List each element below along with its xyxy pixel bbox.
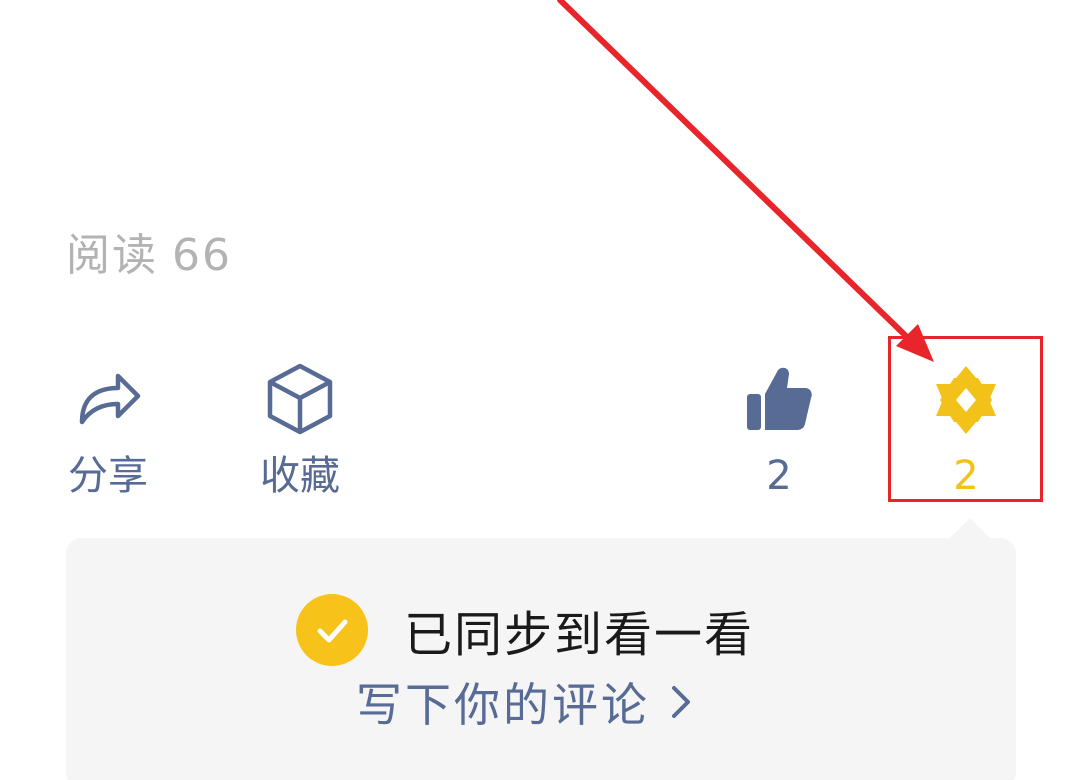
check-mark-icon	[317, 619, 348, 643]
collect-label: 收藏	[260, 453, 340, 499]
share-label: 分享	[68, 453, 148, 499]
read-count-value: 66	[172, 230, 232, 281]
write-comment-link[interactable]: 写下你的评论	[356, 670, 696, 734]
like-count: 2	[766, 453, 792, 499]
share-arrow-icon	[79, 373, 141, 425]
wow-star-icon	[936, 366, 996, 434]
sync-popup: 已同步到看一看 写下你的评论	[66, 538, 1016, 780]
share-button[interactable]: 分享	[28, 360, 188, 500]
cube-icon	[267, 363, 333, 435]
chevron-right-icon	[672, 686, 690, 718]
wow-button[interactable]: 2	[886, 360, 1046, 500]
wow-count: 2	[953, 453, 979, 499]
popup-pointer	[948, 518, 992, 540]
sync-status: 已同步到看一看	[296, 590, 754, 670]
like-button[interactable]: 2	[699, 360, 859, 500]
read-count: 阅读 66	[66, 226, 232, 286]
thumbs-up-icon	[747, 367, 812, 430]
check-circle-icon	[296, 594, 368, 666]
collect-button[interactable]: 收藏	[220, 360, 380, 500]
comment-link-label: 写下你的评论	[356, 678, 650, 732]
article-footer: 阅读 66 分享 收藏 2 2 已同步到看一看 写下你的评论	[0, 0, 1080, 780]
sync-text: 已同步到看一看	[404, 607, 755, 663]
read-label: 阅读	[66, 230, 158, 281]
